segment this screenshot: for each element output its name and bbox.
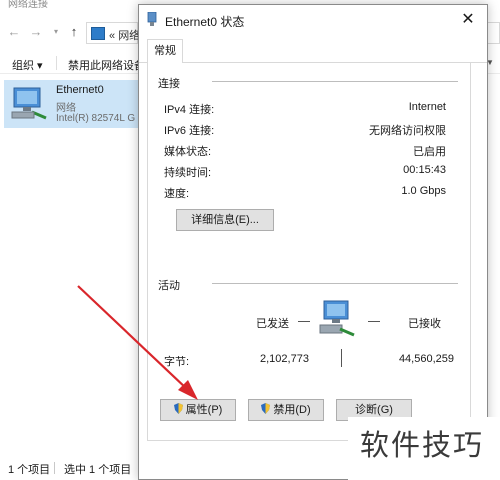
selected-count: 选中 1 个项目: [64, 464, 132, 476]
ipv6-label: IPv6 连接:: [164, 125, 215, 137]
duration-value: 00:15:43: [403, 164, 446, 176]
details-button[interactable]: 详细信息(E)...: [176, 209, 274, 231]
list-item-ethernet0[interactable]: Ethernet0 网络 Intel(R) 82574L G: [4, 80, 140, 128]
bytes-divider: [341, 349, 342, 367]
toolbar-divider: [56, 56, 57, 70]
sent-label: 已发送: [256, 318, 289, 330]
speed-row: 速度: 1.0 Gbps: [164, 185, 446, 200]
shield-icon: [261, 403, 271, 414]
network-status-icon: [147, 12, 157, 26]
forward-arrow-icon[interactable]: →: [28, 24, 44, 40]
organize-menu[interactable]: 组织 ▾: [12, 57, 43, 73]
received-connector: [368, 321, 380, 322]
ipv4-value: Internet: [408, 101, 446, 113]
disable-label: 禁用(D): [273, 404, 311, 416]
chevron-down-icon[interactable]: ▾: [48, 24, 64, 40]
item-adapter: Intel(R) 82574L G: [56, 113, 136, 124]
item-network: 网络: [56, 103, 76, 114]
bytes-sent-value: 2,102,773: [260, 353, 309, 365]
up-arrow-icon[interactable]: ↑: [66, 24, 82, 40]
control-panel-icon: [91, 27, 105, 40]
ipv6-row: IPv6 连接: 无网络访问权限: [164, 122, 446, 137]
general-panel: 连接 IPv4 连接: Internet IPv6 连接: 无网络访问权限 媒体…: [147, 63, 471, 441]
tab-general[interactable]: 常规: [147, 39, 183, 64]
watermark-text: 软件技巧: [360, 428, 485, 462]
speed-label: 速度:: [164, 188, 190, 200]
group-line: [212, 81, 458, 82]
bytes-received-value: 44,560,259: [398, 353, 454, 365]
network-adapter-icon: [11, 87, 47, 120]
back-arrow-icon[interactable]: ←: [6, 24, 22, 40]
address-text: 网络: [118, 30, 141, 42]
tab-strip: 常规: [139, 35, 487, 64]
media-state-value: 已启用: [413, 146, 446, 158]
disable-button[interactable]: 禁用(D): [248, 399, 324, 421]
bytes-label: 字节:: [164, 356, 190, 368]
activity-group-label: 活动: [158, 277, 184, 293]
media-state-row: 媒体状态: 已启用: [164, 143, 446, 158]
address-bar[interactable]: « 网络: [86, 22, 141, 44]
media-state-label: 媒体状态:: [164, 146, 212, 158]
duration-label: 持续时间:: [164, 167, 212, 179]
properties-button[interactable]: 属性(P): [160, 399, 236, 421]
disable-device-button[interactable]: 禁用此网络设备: [68, 57, 145, 73]
explorer-title: 网络连接: [8, 0, 48, 10]
status-divider: [54, 462, 55, 474]
duration-row: 持续时间: 00:15:43: [164, 164, 446, 179]
address-prefix: «: [109, 30, 116, 42]
dialog-titlebar[interactable]: Ethernet0 状态 ✕: [139, 5, 487, 35]
ipv4-row: IPv4 连接: Internet: [164, 101, 446, 116]
item-count: 1 个项目: [8, 464, 51, 476]
close-icon[interactable]: ✕: [457, 9, 479, 31]
group-line: [212, 283, 458, 284]
ipv6-value: 无网络访问权限: [369, 125, 446, 137]
item-name: Ethernet0: [56, 84, 104, 96]
shield-icon: [173, 403, 183, 414]
sent-connector: [298, 321, 310, 322]
connection-group-label: 连接: [158, 75, 184, 91]
network-activity-icon: [319, 300, 355, 337]
properties-label: 属性(P): [185, 404, 223, 416]
ethernet-status-dialog: Ethernet0 状态 ✕ 常规 连接 IPv4 连接: Internet I…: [138, 4, 488, 480]
speed-value: 1.0 Gbps: [401, 185, 446, 197]
ipv4-label: IPv4 连接:: [164, 104, 215, 116]
received-label: 已接收: [408, 318, 441, 330]
dialog-title: Ethernet0 状态: [165, 15, 245, 29]
